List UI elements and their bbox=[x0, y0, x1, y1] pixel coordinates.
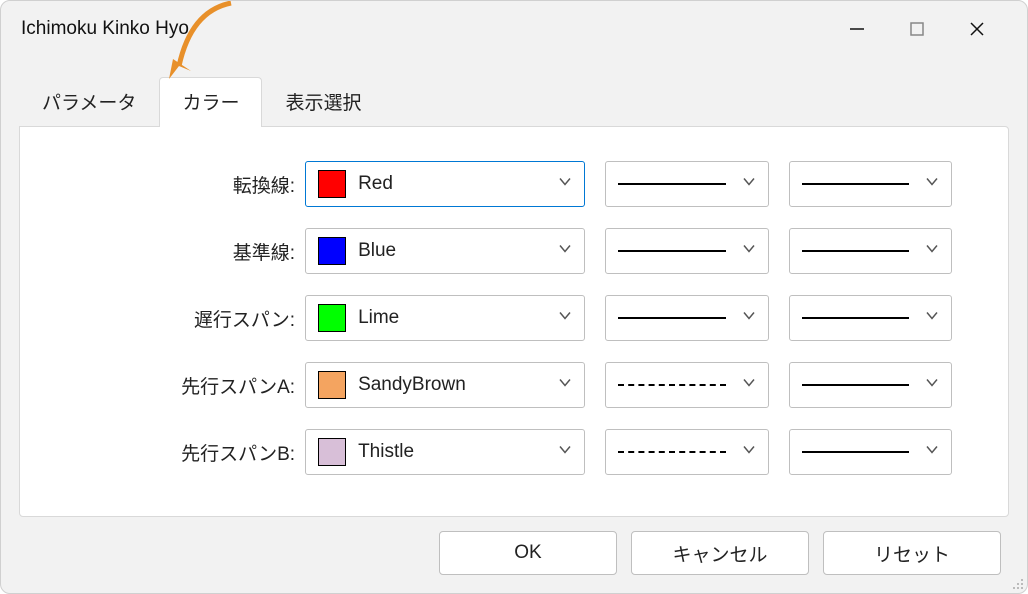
line-style-preview bbox=[618, 451, 725, 453]
chevron-down-icon bbox=[742, 309, 756, 328]
settings-form: 転換線: Red 基準線: Blue bbox=[56, 161, 972, 475]
line-width-preview bbox=[802, 384, 909, 386]
minimize-button[interactable] bbox=[827, 9, 887, 49]
chevron-down-icon bbox=[558, 376, 572, 395]
chevron-down-icon bbox=[742, 175, 756, 194]
reset-button[interactable]: リセット bbox=[823, 531, 1001, 575]
row-label: 先行スパンB: bbox=[56, 439, 305, 466]
color-swatch bbox=[318, 170, 346, 198]
tab-parameters[interactable]: パラメータ bbox=[19, 77, 159, 127]
line-style-preview bbox=[618, 317, 725, 319]
line-width-dropdown[interactable] bbox=[789, 362, 952, 408]
row-label: 転換線: bbox=[56, 171, 305, 198]
settings-row: 先行スパンB: Thistle bbox=[56, 429, 972, 475]
color-dropdown[interactable]: SandyBrown bbox=[305, 362, 585, 408]
settings-row: 先行スパンA: SandyBrown bbox=[56, 362, 972, 408]
maximize-button[interactable] bbox=[887, 9, 947, 49]
ok-button[interactable]: OK bbox=[439, 531, 617, 575]
line-style-preview bbox=[618, 183, 725, 185]
settings-row: 基準線: Blue bbox=[56, 228, 972, 274]
line-style-dropdown[interactable] bbox=[605, 362, 768, 408]
settings-row: 遅行スパン: Lime bbox=[56, 295, 972, 341]
color-dropdown[interactable]: Blue bbox=[305, 228, 585, 274]
dialog-footer: OK キャンセル リセット bbox=[1, 517, 1027, 593]
window-title: Ichimoku Kinko Hyo bbox=[21, 18, 827, 40]
line-style-preview bbox=[618, 384, 725, 386]
tab-panel-colors: 転換線: Red 基準線: Blue bbox=[19, 126, 1009, 517]
line-width-preview bbox=[802, 250, 909, 252]
settings-row: 転換線: Red bbox=[56, 161, 972, 207]
color-name: Thistle bbox=[358, 441, 414, 463]
chevron-down-icon bbox=[925, 242, 939, 261]
line-style-dropdown[interactable] bbox=[605, 161, 768, 207]
color-swatch bbox=[318, 237, 346, 265]
chevron-down-icon bbox=[558, 242, 572, 261]
color-name: Red bbox=[358, 173, 393, 195]
title-bar: Ichimoku Kinko Hyo bbox=[1, 1, 1027, 57]
line-width-dropdown[interactable] bbox=[789, 429, 952, 475]
dialog-window: Ichimoku Kinko Hyo パラメータ カラー 表示選択 転換線: R… bbox=[0, 0, 1028, 594]
line-style-dropdown[interactable] bbox=[605, 429, 768, 475]
chevron-down-icon bbox=[558, 443, 572, 462]
row-label: 基準線: bbox=[56, 238, 305, 265]
color-swatch bbox=[318, 304, 346, 332]
line-width-dropdown[interactable] bbox=[789, 295, 952, 341]
chevron-down-icon bbox=[742, 376, 756, 395]
color-name: Blue bbox=[358, 240, 396, 262]
row-label: 遅行スパン: bbox=[56, 305, 305, 332]
tab-colors[interactable]: カラー bbox=[159, 77, 262, 127]
color-dropdown[interactable]: Lime bbox=[305, 295, 585, 341]
row-label: 先行スパンA: bbox=[56, 372, 305, 399]
color-name: SandyBrown bbox=[358, 374, 466, 396]
line-width-dropdown[interactable] bbox=[789, 228, 952, 274]
line-style-dropdown[interactable] bbox=[605, 295, 768, 341]
chevron-down-icon bbox=[558, 309, 572, 328]
cancel-button[interactable]: キャンセル bbox=[631, 531, 809, 575]
color-swatch bbox=[318, 371, 346, 399]
color-name: Lime bbox=[358, 307, 399, 329]
chevron-down-icon bbox=[925, 175, 939, 194]
chevron-down-icon bbox=[925, 443, 939, 462]
color-dropdown[interactable]: Red bbox=[305, 161, 585, 207]
color-dropdown[interactable]: Thistle bbox=[305, 429, 585, 475]
line-width-preview bbox=[802, 317, 909, 319]
line-style-preview bbox=[618, 250, 725, 252]
chevron-down-icon bbox=[925, 309, 939, 328]
chevron-down-icon bbox=[742, 443, 756, 462]
tab-display[interactable]: 表示選択 bbox=[262, 77, 384, 127]
color-swatch bbox=[318, 438, 346, 466]
line-width-dropdown[interactable] bbox=[789, 161, 952, 207]
resize-grip[interactable] bbox=[1008, 574, 1024, 590]
close-button[interactable] bbox=[947, 9, 1007, 49]
chevron-down-icon bbox=[558, 175, 572, 194]
tab-strip: パラメータ カラー 表示選択 bbox=[1, 57, 1027, 127]
chevron-down-icon bbox=[925, 376, 939, 395]
line-style-dropdown[interactable] bbox=[605, 228, 768, 274]
line-width-preview bbox=[802, 451, 909, 453]
chevron-down-icon bbox=[742, 242, 756, 261]
line-width-preview bbox=[802, 183, 909, 185]
